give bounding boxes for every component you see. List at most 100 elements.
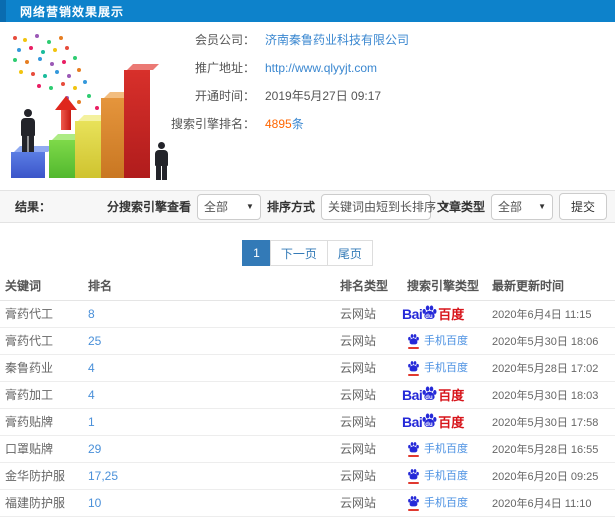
bar-chart-graphic — [75, 121, 102, 178]
updated-time-cell: 2020年6月20日 09:25 — [487, 462, 615, 490]
next-page-button[interactable]: 下一页 — [269, 240, 328, 266]
baidu-paw-icon — [407, 468, 420, 485]
chevron-down-icon: ▼ — [246, 202, 254, 211]
engine-cell: Baidu百度 — [402, 300, 487, 328]
keyword-cell: 金华防护服 — [0, 462, 83, 490]
page-header: 网络营销效果展示 — [0, 0, 615, 22]
updated-time-cell: 2020年5月28日 17:02 — [487, 354, 615, 382]
result-label: 结果： — [15, 200, 52, 214]
rank-type-cell: 云网站 — [335, 300, 402, 328]
keyword-cell: 秦鲁药业 — [0, 354, 83, 382]
pagination: 1 下一页 尾页 — [0, 240, 615, 266]
keyword-cell: 膏药代工 — [0, 327, 83, 355]
sort-filter-label: 排序方式 — [266, 200, 315, 214]
rank-link[interactable]: 4 — [88, 361, 95, 375]
rank-link[interactable]: 29 — [88, 442, 101, 456]
keyword-cell: 膏药贴牌 — [0, 408, 83, 436]
baidu-paw-icon — [407, 333, 420, 350]
engine-rank-label: 搜索引擎排名： — [170, 117, 255, 131]
engine-rank-value: 4895条 — [265, 115, 304, 132]
engine-filter-value: 全部 — [203, 200, 228, 214]
col-updated: 最新更新时间 — [487, 272, 615, 301]
mobile-baidu-logo: 手机百度 — [407, 359, 468, 377]
baidu-paw-icon — [407, 495, 420, 512]
mobile-baidu-logo: 手机百度 — [407, 332, 468, 350]
table-row: 口罩贴牌 29 云网站 手机百度 2020年5月28日 16:55 — [0, 435, 615, 463]
rank-link[interactable]: 1 — [88, 415, 95, 429]
filter-controls: 分搜索引擎查看 全部 ▼ 排序方式 关键词由短到长排序 ▼ 文章类型 全部 ▼ … — [107, 193, 607, 220]
opened-time-field: 开通时间： 2019年5月27日 09:17 — [155, 88, 409, 103]
engine-filter-select[interactable]: 全部 ▼ — [196, 193, 261, 220]
confetti-graphic — [13, 36, 17, 40]
table-row-partial: Baidu百度 — [0, 516, 615, 520]
chevron-down-icon: ▼ — [538, 202, 546, 211]
promo-url-link[interactable]: http://www.qlyyjt.com — [265, 61, 377, 75]
table-row: 秦鲁药业 4 云网站 手机百度 2020年5月28日 17:02 — [0, 354, 615, 382]
rank-link[interactable]: 17,25 — [88, 469, 118, 483]
opened-time-label: 开通时间： — [194, 89, 255, 103]
sort-filter-value: 关键词由短到长排序 — [327, 200, 436, 214]
rank-link[interactable]: 25 — [88, 334, 101, 348]
promo-url-field: 推广地址： http://www.qlyyjt.com — [155, 60, 409, 76]
engine-cell: 手机百度 — [402, 489, 487, 517]
rank-type-cell: 云网站 — [335, 381, 402, 409]
engine-cell: 手机百度 — [402, 435, 487, 463]
rank-type-cell — [335, 516, 402, 520]
bar-chart-graphic — [11, 152, 45, 178]
baidu-logo: Bai du 百度 — [402, 412, 465, 430]
col-rank-type: 排名类型 — [335, 272, 402, 301]
rank-type-cell: 云网站 — [335, 462, 402, 490]
engine-rank-field: 搜索引擎排名： 4895条 — [155, 116, 409, 131]
submit-button[interactable]: 提交 — [558, 193, 607, 220]
bar-chart-graphic — [101, 98, 125, 178]
rank-type-cell: 云网站 — [335, 408, 402, 436]
keyword-cell: 膏药代工 — [0, 300, 83, 328]
table-row: 金华防护服 17,25 云网站 手机百度 2020年6月20日 09:25 — [0, 462, 615, 490]
article-type-value: 全部 — [497, 200, 522, 214]
updated-time-cell — [487, 516, 615, 520]
table-row: 膏药代工 8 云网站 Bai du 百度 2020年6月4日 11:15 — [0, 300, 615, 328]
col-keyword: 关键词 — [0, 272, 83, 301]
rank-link[interactable]: 8 — [88, 307, 95, 321]
baidu-logo: Bai du 百度 — [402, 385, 465, 403]
marketing-illustration — [5, 30, 180, 182]
engine-cell: 手机百度 — [402, 462, 487, 490]
filter-bar: 结果： 分搜索引擎查看 全部 ▼ 排序方式 关键词由短到长排序 ▼ 文章类型 全… — [0, 190, 615, 223]
member-fields: 会员公司： 济南秦鲁药业科技有限公司 推广地址： http://www.qlyy… — [155, 32, 409, 144]
opened-time-value: 2019年5月27日 09:17 — [265, 89, 382, 103]
last-page-button[interactable]: 尾页 — [326, 240, 373, 266]
baidu-paw-icon: du — [421, 385, 438, 402]
updated-time-cell: 2020年5月30日 18:06 — [487, 327, 615, 355]
table-row: 膏药贴牌 1 云网站 Bai du 百度 2020年5月30日 17:58 — [0, 408, 615, 436]
rank-link[interactable]: 4 — [88, 388, 95, 402]
page-title: 网络营销效果展示 — [20, 4, 125, 19]
sort-filter-select[interactable]: 关键词由短到长排序 ▼ — [320, 193, 450, 220]
rank-type-cell: 云网站 — [335, 435, 402, 463]
keyword-cell — [0, 516, 83, 520]
rank-link[interactable]: 10 — [88, 496, 101, 510]
table-row: 福建防护服 10 云网站 手机百度 2020年6月4日 11:10 — [0, 489, 615, 517]
col-engine-type: 搜索引擎类型 — [402, 272, 487, 301]
baidu-logo: Bai du 百度 — [402, 304, 465, 322]
bar-chart-graphic — [124, 70, 150, 178]
rank-count: 4895 — [265, 117, 292, 131]
baidu-paw-icon: du — [421, 304, 438, 321]
company-label: 会员公司： — [194, 33, 255, 47]
page-number-current[interactable]: 1 — [242, 240, 271, 266]
article-type-label: 文章类型 — [436, 200, 485, 214]
engine-filter-label: 分搜索引擎查看 — [106, 200, 191, 214]
table-row: 膏药代工 25 云网站 手机百度 2020年5月30日 18:06 — [0, 327, 615, 355]
rank-unit: 条 — [291, 117, 304, 131]
table-header-row: 关键词 排名 排名类型 搜索引擎类型 最新更新时间 — [0, 272, 615, 301]
baidu-paw-icon — [407, 360, 420, 377]
keyword-cell: 膏药加工 — [0, 381, 83, 409]
businessman-figure — [21, 109, 35, 152]
baidu-paw-icon: du — [421, 412, 438, 429]
keyword-cell: 福建防护服 — [0, 489, 83, 517]
engine-cell: Baidu百度 — [402, 381, 487, 409]
company-link[interactable]: 济南秦鲁药业科技有限公司 — [265, 31, 409, 48]
mobile-baidu-logo: 手机百度 — [407, 494, 468, 512]
baidu-paw-icon — [407, 441, 420, 458]
article-type-select[interactable]: 全部 ▼ — [490, 193, 553, 220]
rank-type-cell: 云网站 — [335, 327, 402, 355]
